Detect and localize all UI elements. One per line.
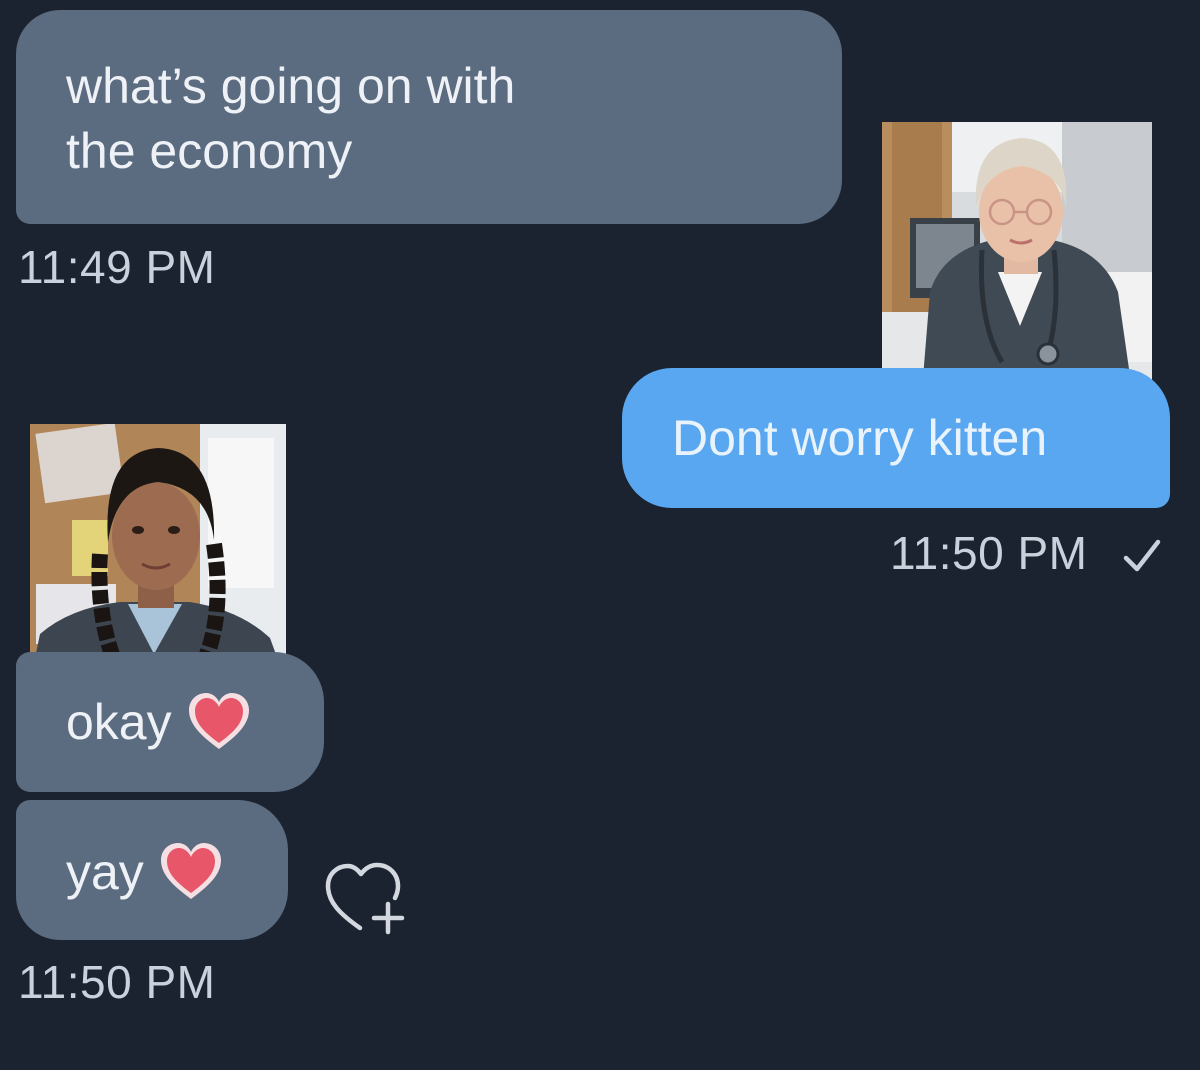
message-timestamp: 11:49 PM	[18, 241, 216, 293]
nurse-photo	[882, 122, 1152, 390]
incoming-message-bubble[interactable]: okay	[16, 652, 324, 792]
heart-plus-icon[interactable]	[322, 852, 418, 940]
chat-thread: what’s going on with the economy 11:49 P…	[0, 0, 1200, 1070]
message-text-line: the economy	[66, 123, 353, 179]
message-text: Dont worry kitten	[672, 410, 1048, 466]
checkmark-icon	[1118, 532, 1166, 580]
incoming-message-bubble[interactable]: yay	[16, 800, 288, 940]
message-text-line: what’s going on with	[66, 58, 516, 114]
message-text: yay	[66, 844, 144, 900]
heart-emoji-icon	[158, 841, 224, 903]
outgoing-message-bubble[interactable]: Dont worry kitten	[622, 368, 1170, 508]
incoming-message-bubble[interactable]: what’s going on with the economy	[16, 10, 842, 224]
message-timestamp: 11:50 PM	[890, 527, 1088, 579]
message-timestamp: 11:50 PM	[18, 956, 216, 1008]
message-text: okay	[66, 694, 172, 750]
student-photo	[30, 424, 286, 682]
heart-emoji-icon	[186, 691, 252, 753]
